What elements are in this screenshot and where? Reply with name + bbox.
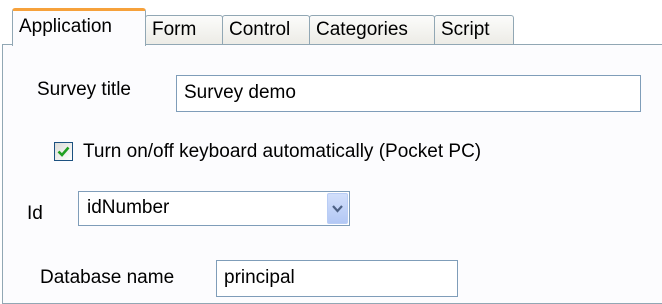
id-select[interactable]: idNumber bbox=[78, 191, 350, 226]
database-name-input[interactable]: principal bbox=[216, 260, 458, 297]
keyboard-auto-checkbox[interactable] bbox=[54, 142, 73, 161]
chevron-down-icon bbox=[332, 205, 343, 213]
tab-form[interactable]: Form bbox=[145, 15, 223, 45]
id-select-dropdown-button[interactable] bbox=[327, 193, 348, 224]
tab-script[interactable]: Script bbox=[434, 15, 514, 45]
tab-application[interactable]: Application bbox=[12, 8, 146, 46]
survey-title-label: Survey title bbox=[37, 79, 131, 100]
id-label: Id bbox=[27, 203, 43, 224]
tab-panel-application: Survey title Survey demo Turn on/off key… bbox=[2, 44, 662, 304]
survey-title-input[interactable]: Survey demo bbox=[176, 75, 641, 112]
database-name-label: Database name bbox=[40, 267, 175, 288]
tab-strip: Form Control Categories Script Applicati… bbox=[0, 0, 662, 46]
keyboard-auto-label[interactable]: Turn on/off keyboard automatically (Pock… bbox=[83, 141, 481, 163]
id-select-value: idNumber bbox=[87, 197, 170, 218]
checkmark-icon bbox=[57, 146, 70, 157]
tab-categories[interactable]: Categories bbox=[309, 15, 435, 45]
tab-control[interactable]: Control bbox=[222, 15, 310, 45]
